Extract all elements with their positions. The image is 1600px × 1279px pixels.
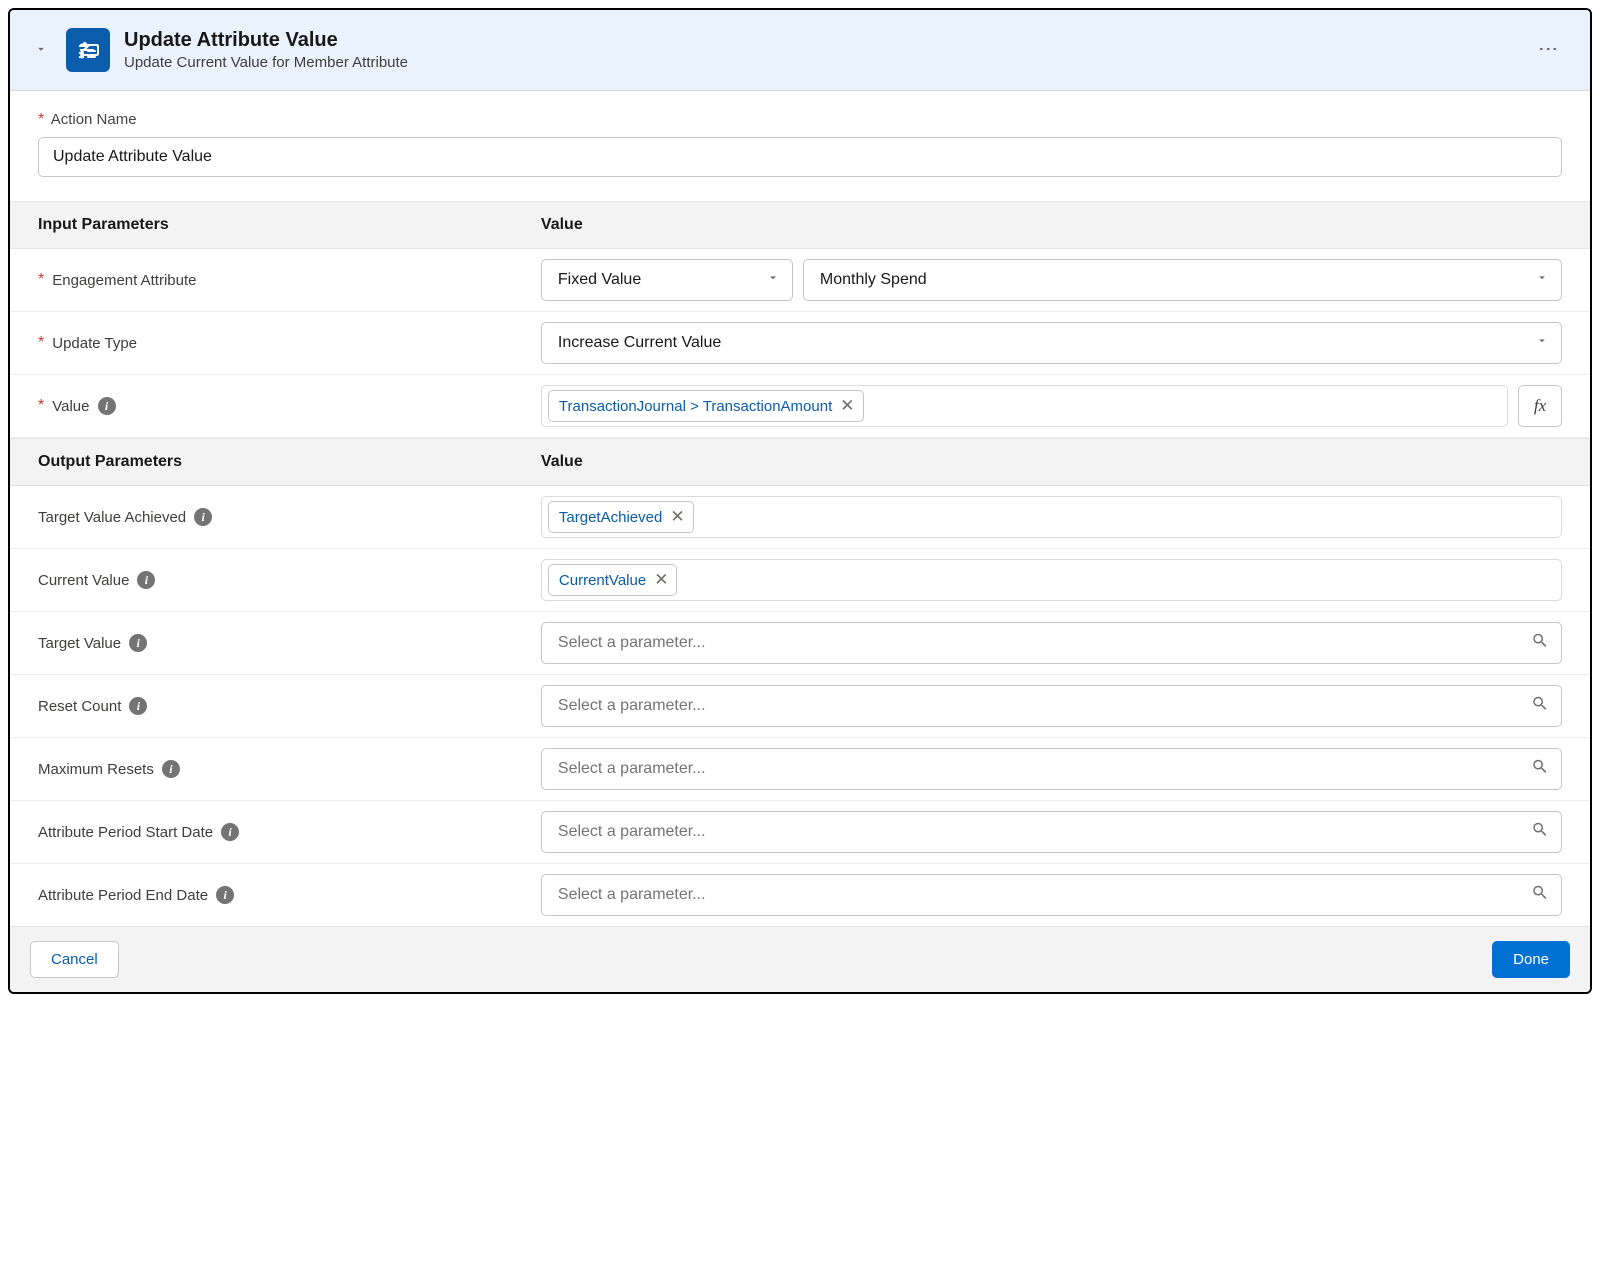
value-token-input[interactable]: TransactionJournal > TransactionAmount ✕ <box>541 385 1508 427</box>
panel-footer: Cancel Done <box>10 926 1590 992</box>
more-menu-icon[interactable]: ⋮ <box>1530 33 1566 67</box>
info-icon[interactable]: i <box>162 760 180 778</box>
target-value-placeholder: Select a parameter... <box>558 634 706 652</box>
action-name-input[interactable] <box>38 137 1562 177</box>
max-resets-label: Maximum Resets <box>38 761 154 778</box>
current-value-label: Current Value <box>38 572 129 589</box>
row-current-value: Current Value i CurrentValue ✕ <box>10 549 1590 612</box>
done-button[interactable]: Done <box>1492 941 1570 978</box>
search-icon <box>1531 884 1549 907</box>
period-start-input[interactable]: Select a parameter... <box>541 811 1562 853</box>
period-start-label: Attribute Period Start Date <box>38 824 213 841</box>
info-icon[interactable]: i <box>137 571 155 589</box>
max-resets-input[interactable]: Select a parameter... <box>541 748 1562 790</box>
input-params-header: Input Parameters Value <box>10 201 1590 249</box>
action-icon <box>66 28 110 72</box>
row-period-start: Attribute Period Start Date i Select a p… <box>10 801 1590 864</box>
action-name-label: Action Name <box>51 111 137 128</box>
remove-token-icon[interactable]: ✕ <box>840 396 854 416</box>
required-marker: * <box>38 271 44 289</box>
row-target-achieved: Target Value Achieved i TargetAchieved ✕ <box>10 486 1590 549</box>
period-start-placeholder: Select a parameter... <box>558 823 706 841</box>
required-marker: * <box>38 397 44 415</box>
required-marker: * <box>38 334 44 352</box>
row-target-value: Target Value i Select a parameter... <box>10 612 1590 675</box>
value-token: TransactionJournal > TransactionAmount ✕ <box>548 390 864 422</box>
reset-count-label: Reset Count <box>38 698 121 715</box>
chevron-down-icon <box>1535 334 1549 353</box>
formula-button[interactable]: fx <box>1518 385 1562 427</box>
remove-token-icon[interactable]: ✕ <box>670 507 684 527</box>
input-params-value-title: Value <box>541 216 1562 234</box>
info-icon[interactable]: i <box>221 823 239 841</box>
search-icon <box>1531 821 1549 844</box>
action-config-panel: Update Attribute Value Update Current Va… <box>8 8 1592 994</box>
panel-header: Update Attribute Value Update Current Va… <box>10 10 1590 91</box>
target-achieved-label: Target Value Achieved <box>38 509 186 526</box>
info-icon[interactable]: i <box>216 886 234 904</box>
target-achieved-token: TargetAchieved ✕ <box>548 501 694 533</box>
engagement-value-select[interactable]: Monthly Spend <box>803 259 1562 301</box>
output-params-title: Output Parameters <box>38 453 541 471</box>
chevron-down-icon <box>766 271 780 290</box>
period-end-placeholder: Select a parameter... <box>558 886 706 904</box>
info-icon[interactable]: i <box>129 697 147 715</box>
search-icon <box>1531 758 1549 781</box>
period-end-input[interactable]: Select a parameter... <box>541 874 1562 916</box>
update-type-select[interactable]: Increase Current Value <box>541 322 1562 364</box>
required-marker: * <box>38 111 44 128</box>
chevron-down-icon <box>1535 271 1549 290</box>
value-label: Value <box>52 398 89 415</box>
row-period-end: Attribute Period End Date i Select a par… <box>10 864 1590 926</box>
collapse-toggle[interactable] <box>34 42 48 59</box>
target-value-input[interactable]: Select a parameter... <box>541 622 1562 664</box>
action-name-section: * Action Name <box>10 91 1590 201</box>
update-type-value: Increase Current Value <box>558 334 721 352</box>
output-params-header: Output Parameters Value <box>10 438 1590 486</box>
reset-count-input[interactable]: Select a parameter... <box>541 685 1562 727</box>
output-params-value-title: Value <box>541 453 1562 471</box>
target-achieved-token-text: TargetAchieved <box>559 509 662 526</box>
info-icon[interactable]: i <box>129 634 147 652</box>
reset-count-placeholder: Select a parameter... <box>558 697 706 715</box>
info-icon[interactable]: i <box>98 397 116 415</box>
row-value: * Value i TransactionJournal > Transacti… <box>10 375 1590 438</box>
search-icon <box>1531 632 1549 655</box>
engagement-mode-select[interactable]: Fixed Value <box>541 259 793 301</box>
engagement-attribute-label: Engagement Attribute <box>52 272 196 289</box>
row-update-type: * Update Type Increase Current Value <box>10 312 1590 375</box>
period-end-label: Attribute Period End Date <box>38 887 208 904</box>
engagement-value: Monthly Spend <box>820 271 927 289</box>
info-icon[interactable]: i <box>194 508 212 526</box>
current-value-token: CurrentValue ✕ <box>548 564 678 596</box>
input-params-title: Input Parameters <box>38 216 541 234</box>
current-value-token-text: CurrentValue <box>559 572 646 589</box>
remove-token-icon[interactable]: ✕ <box>654 570 668 590</box>
row-reset-count: Reset Count i Select a parameter... <box>10 675 1590 738</box>
panel-subtitle: Update Current Value for Member Attribut… <box>124 54 1530 71</box>
engagement-mode-value: Fixed Value <box>558 271 641 289</box>
search-icon <box>1531 695 1549 718</box>
row-max-resets: Maximum Resets i Select a parameter... <box>10 738 1590 801</box>
cancel-button[interactable]: Cancel <box>30 941 119 978</box>
value-token-text: TransactionJournal > TransactionAmount <box>559 398 832 415</box>
row-engagement-attribute: * Engagement Attribute Fixed Value Month… <box>10 249 1590 312</box>
panel-title: Update Attribute Value <box>124 29 1530 52</box>
update-type-label: Update Type <box>52 335 137 352</box>
current-value-input[interactable]: CurrentValue ✕ <box>541 559 1562 601</box>
target-value-label: Target Value <box>38 635 121 652</box>
target-achieved-input[interactable]: TargetAchieved ✕ <box>541 496 1562 538</box>
max-resets-placeholder: Select a parameter... <box>558 760 706 778</box>
